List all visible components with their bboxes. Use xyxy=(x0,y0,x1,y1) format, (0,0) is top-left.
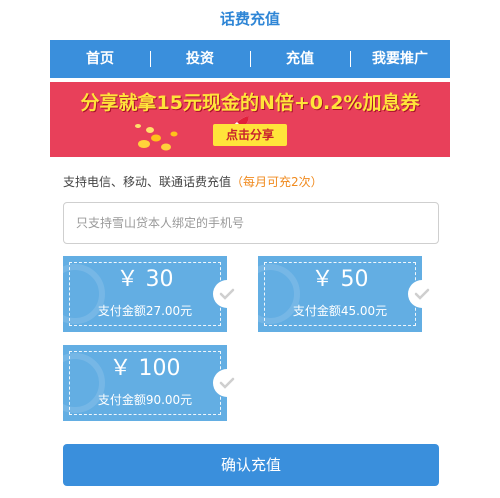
nav-item-invest[interactable]: 投资 xyxy=(150,40,250,78)
card-amount: ￥ 50 xyxy=(311,267,369,292)
top-nav: 首页 投资 充值 我要推广 xyxy=(50,40,450,78)
page-title: 话费充值 xyxy=(219,10,280,28)
share-button[interactable]: 点击分享 xyxy=(213,124,287,146)
check-icon xyxy=(213,369,241,397)
check-icon xyxy=(213,280,241,308)
support-carriers: 支持电信、移动、联通话费充值 xyxy=(63,175,232,189)
support-text: 支持电信、移动、联通话费充值（每月可充2次） xyxy=(63,172,323,192)
confirm-recharge-button[interactable]: 确认充值 xyxy=(63,444,439,486)
recharge-option-50[interactable]: ￥ 50 支付金额45.00元 xyxy=(240,256,436,332)
promo-banner[interactable]: 分享就拿15元现金的N倍+0.2%加息券 点击分享 xyxy=(50,82,450,157)
card-amount: ￥ 100 xyxy=(109,356,181,381)
nav-item-home[interactable]: 首页 xyxy=(50,40,150,78)
nav-item-promote[interactable]: 我要推广 xyxy=(350,40,450,78)
card-amount: ￥ 30 xyxy=(116,267,174,292)
card-pay-amount: 支付金额45.00元 xyxy=(292,304,388,318)
nav-item-recharge[interactable]: 充值 xyxy=(250,40,350,78)
recharge-option-30[interactable]: ￥ 30 支付金额27.00元 xyxy=(45,256,241,332)
coins-icon xyxy=(135,124,178,151)
support-note: （每月可充2次） xyxy=(231,175,323,189)
phone-input[interactable] xyxy=(63,202,439,244)
recharge-option-100[interactable]: ￥ 100 支付金额90.00元 xyxy=(45,345,241,421)
card-pay-amount: 支付金额27.00元 xyxy=(97,304,193,318)
check-icon xyxy=(408,280,436,308)
card-pay-amount: 支付金额90.00元 xyxy=(97,393,193,407)
